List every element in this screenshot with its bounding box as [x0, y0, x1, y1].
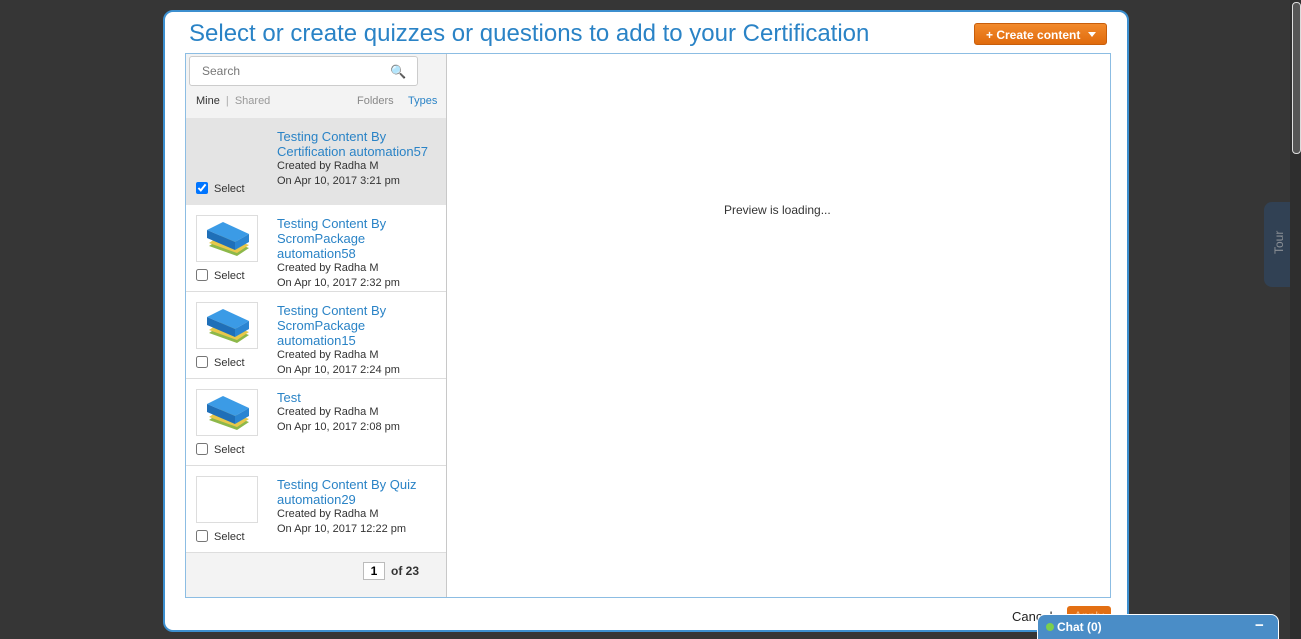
- select-label: Select: [214, 183, 245, 195]
- select-checkbox-label[interactable]: Select: [196, 530, 245, 543]
- item-created-by: Created by Radha M: [277, 406, 379, 418]
- select-checkbox-label[interactable]: Select: [196, 356, 245, 369]
- item-date: On Apr 10, 2017 2:24 pm: [277, 364, 400, 376]
- filter-separator: |: [225, 95, 229, 107]
- item-title[interactable]: Testing Content By ScromPackage automati…: [277, 216, 442, 261]
- item-date: On Apr 10, 2017 2:08 pm: [277, 421, 400, 433]
- item-info: Testing Content By Quiz automation29 Cre…: [277, 477, 442, 537]
- books-icon: [196, 302, 258, 349]
- search-input[interactable]: [200, 63, 384, 79]
- caret-down-icon: [1088, 32, 1096, 37]
- pager: of 23: [363, 562, 419, 580]
- select-checkbox[interactable]: [196, 269, 208, 281]
- list-item[interactable]: Select Test Created by Radha M On Apr 10…: [186, 379, 446, 466]
- select-checkbox[interactable]: [196, 356, 208, 368]
- filter-folders[interactable]: Folders: [357, 95, 394, 107]
- minimize-icon[interactable]: −: [1255, 617, 1264, 634]
- books-icon: [196, 215, 258, 262]
- select-checkbox-label[interactable]: Select: [196, 269, 245, 282]
- page-total: of 23: [391, 564, 420, 578]
- create-content-label: + Create content: [986, 28, 1081, 42]
- select-checkbox-label[interactable]: Select: [196, 182, 245, 195]
- thumbnail: [196, 476, 258, 523]
- filter-mine[interactable]: Mine: [196, 95, 220, 107]
- content-panel: 🔍 Mine | Shared Folders Types Select Tes…: [185, 53, 1111, 598]
- chat-bar[interactable]: Chat (0) −: [1037, 614, 1279, 639]
- item-date: On Apr 10, 2017 3:21 pm: [277, 175, 400, 187]
- item-created-by: Created by Radha M: [277, 160, 379, 172]
- item-title[interactable]: Testing Content By Quiz automation29: [277, 477, 442, 507]
- filter-types[interactable]: Types: [408, 95, 437, 107]
- search-icon[interactable]: 🔍: [390, 64, 406, 80]
- page-scrollbar[interactable]: [1290, 0, 1301, 639]
- item-created-by: Created by Radha M: [277, 349, 379, 361]
- select-content-modal: Select or create quizzes or questions to…: [163, 10, 1129, 632]
- select-checkbox-label[interactable]: Select: [196, 443, 245, 456]
- select-checkbox[interactable]: [196, 443, 208, 455]
- item-title[interactable]: Testing Content By ScromPackage automati…: [277, 303, 442, 348]
- item-info: Testing Content By ScromPackage automati…: [277, 303, 442, 378]
- filter-bar: Mine | Shared Folders Types: [196, 95, 441, 107]
- page-number-input[interactable]: [363, 562, 385, 580]
- search-box: 🔍: [189, 56, 418, 86]
- select-label: Select: [214, 444, 245, 456]
- list-item[interactable]: Select Testing Content By ScromPackage a…: [186, 205, 446, 292]
- item-date: On Apr 10, 2017 12:22 pm: [277, 523, 407, 535]
- preview-status: Preview is loading...: [724, 203, 831, 217]
- tour-label: Tour: [1272, 230, 1286, 254]
- create-content-button[interactable]: + Create content: [974, 23, 1107, 45]
- item-date: On Apr 10, 2017 2:32 pm: [277, 277, 400, 289]
- item-title[interactable]: Testing Content By Certification automat…: [277, 129, 442, 159]
- chat-label: Chat (0): [1057, 620, 1102, 634]
- item-created-by: Created by Radha M: [277, 508, 379, 520]
- content-list-pane: 🔍 Mine | Shared Folders Types Select Tes…: [186, 54, 447, 597]
- list-item[interactable]: Select Testing Content By Quiz automatio…: [186, 466, 446, 553]
- item-info: Testing Content By Certification automat…: [277, 129, 442, 189]
- item-info: Test Created by Radha M On Apr 10, 2017 …: [277, 390, 442, 435]
- scrollbar-thumb[interactable]: [1292, 2, 1301, 154]
- select-checkbox[interactable]: [196, 530, 208, 542]
- content-list: Select Testing Content By Certification …: [186, 118, 446, 553]
- item-info: Testing Content By ScromPackage automati…: [277, 216, 442, 291]
- books-icon: [196, 389, 258, 436]
- item-title[interactable]: Test: [277, 390, 442, 405]
- list-item[interactable]: Select Testing Content By ScromPackage a…: [186, 292, 446, 379]
- select-label: Select: [214, 270, 245, 282]
- item-created-by: Created by Radha M: [277, 262, 379, 274]
- list-item[interactable]: Select Testing Content By Certification …: [186, 118, 446, 205]
- select-checkbox[interactable]: [196, 182, 208, 194]
- select-label: Select: [214, 357, 245, 369]
- modal-title: Select or create quizzes or questions to…: [189, 20, 870, 47]
- filter-shared[interactable]: Shared: [235, 95, 270, 107]
- select-label: Select: [214, 531, 245, 543]
- online-status-icon: [1046, 623, 1054, 631]
